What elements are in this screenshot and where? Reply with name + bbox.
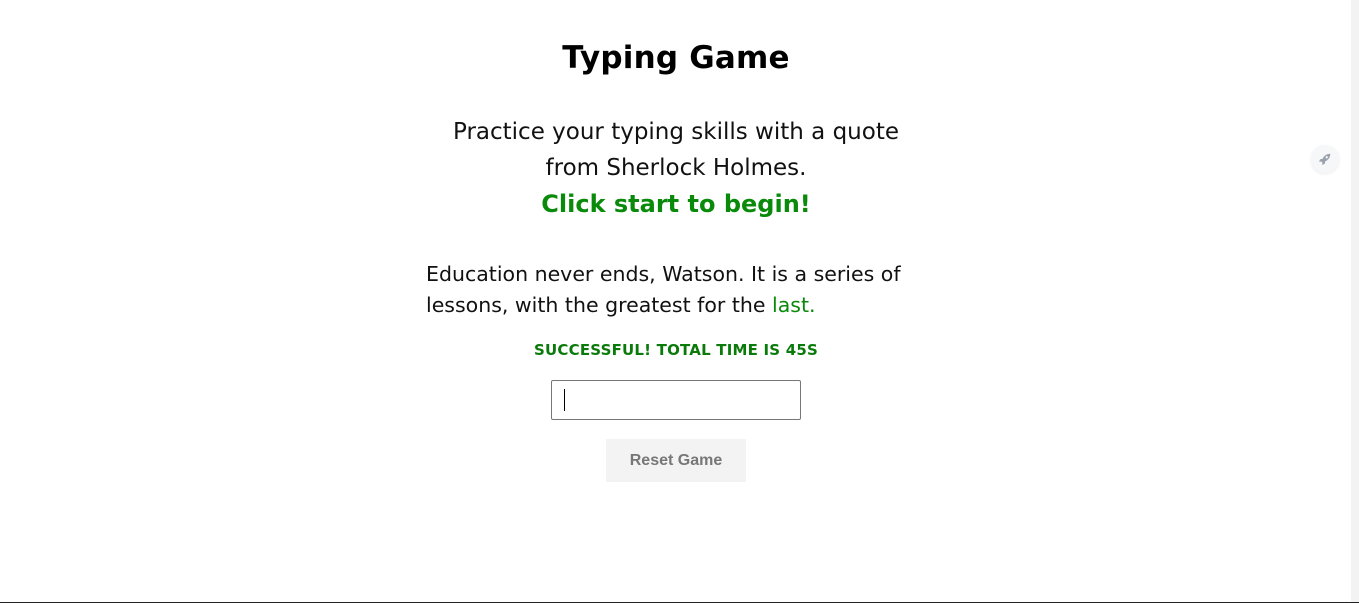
page-title: Typing Game [562,40,790,76]
text-caret [564,389,565,411]
intro-line: Practice your typing skills with a quote… [452,119,899,181]
typing-input[interactable] [551,380,801,420]
rocket-icon-glyph [1318,153,1331,166]
page: Typing Game Practice your typing skills … [0,0,1359,603]
quote-current-word: last. [772,293,816,317]
status-message: SUCCESSFUL! TOTAL TIME IS 45S [534,341,818,359]
rocket-icon[interactable] [1311,145,1339,173]
reset-game-button[interactable]: Reset Game [606,439,746,482]
quote-completed: Education never ends, Watson. It is a se… [426,262,901,317]
intro-text: Practice your typing skills with a quote… [426,114,926,222]
scrollbar-track[interactable] [1351,0,1359,603]
quote-text: Education never ends, Watson. It is a se… [426,259,906,321]
start-prompt: Click start to begin! [541,190,811,218]
